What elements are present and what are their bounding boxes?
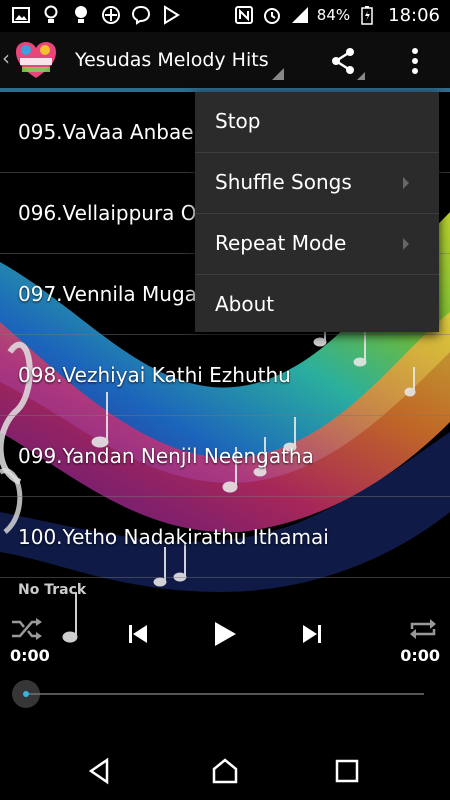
play-store-icon (160, 4, 182, 26)
previous-track-icon[interactable] (128, 623, 148, 645)
overflow-menu-icon[interactable] (402, 44, 428, 78)
home-icon[interactable] (210, 756, 240, 786)
nfc-icon (233, 4, 255, 26)
play-icon[interactable] (212, 620, 238, 648)
song-list-item[interactable]: 098.Vezhiyai Kathi Ezhuthu (0, 335, 450, 416)
shuffle-icon[interactable] (10, 616, 44, 642)
song-title: 097.Vennila Muga (18, 282, 197, 306)
recents-icon[interactable] (332, 756, 362, 786)
status-bar: 84% 18:06 (0, 0, 450, 32)
up-caret-icon[interactable]: ‹ (2, 46, 10, 70)
song-title: 100.Yetho Nadakirathu Ithamai (18, 525, 329, 549)
menu-item-label: Stop (215, 109, 261, 133)
player-controls: No Track 0:00 0:00 (0, 576, 450, 740)
song-list-item[interactable]: 099.Yandan Nenjil Neengatha (0, 416, 450, 497)
title-spinner-corner (272, 68, 284, 80)
song-title: 096.Vellaippura Or (18, 201, 205, 225)
elapsed-time: 0:00 (10, 646, 50, 665)
song-title: 099.Yandan Nenjil Neengatha (18, 444, 314, 468)
alarm-icon (261, 4, 283, 26)
image-icon (10, 4, 32, 26)
battery-percent: 84% (316, 6, 351, 24)
battery-icon (356, 4, 378, 26)
song-title: 095.VaVaa Anbae (18, 120, 194, 144)
repeat-icon[interactable] (408, 616, 438, 642)
app-logo[interactable] (14, 40, 58, 80)
app-icon (100, 4, 122, 26)
system-icons: 84% 18:06 (233, 4, 440, 26)
menu-item-about[interactable]: About (195, 275, 439, 335)
navigation-bar (0, 740, 450, 800)
menu-item-stop[interactable]: Stop (195, 92, 439, 153)
bulb-icon (40, 4, 62, 26)
song-list-item[interactable]: 100.Yetho Nadakirathu Ithamai (0, 497, 450, 578)
bulb-icon (70, 4, 92, 26)
total-time: 0:00 (400, 646, 440, 665)
next-track-icon[interactable] (302, 623, 322, 645)
menu-item-label: About (215, 292, 275, 316)
menu-item-repeat-mode[interactable]: Repeat Mode (195, 214, 439, 275)
submenu-arrow-icon (403, 177, 409, 189)
submenu-arrow-icon (403, 238, 409, 250)
seek-thumb-center (23, 691, 29, 697)
messenger-icon (130, 4, 152, 26)
menu-item-shuffle-songs[interactable]: Shuffle Songs (195, 153, 439, 214)
back-icon[interactable] (85, 756, 115, 786)
share-icon[interactable] (326, 44, 360, 78)
app-title[interactable]: Yesudas Melody Hits (75, 49, 269, 71)
menu-item-label: Repeat Mode (215, 231, 347, 255)
action-bar: ‹ Yesudas Melody Hits (0, 32, 450, 88)
menu-item-label: Shuffle Songs (215, 170, 352, 194)
overflow-menu: Stop Shuffle Songs Repeat Mode About (195, 92, 439, 332)
signal-icon (289, 4, 311, 26)
song-title: 098.Vezhiyai Kathi Ezhuthu (18, 363, 291, 387)
share-spinner-corner (357, 72, 365, 80)
seek-bar[interactable] (26, 693, 424, 695)
notification-icons (10, 4, 182, 26)
current-track-label: No Track (18, 582, 87, 598)
clock: 18:06 (388, 4, 440, 26)
